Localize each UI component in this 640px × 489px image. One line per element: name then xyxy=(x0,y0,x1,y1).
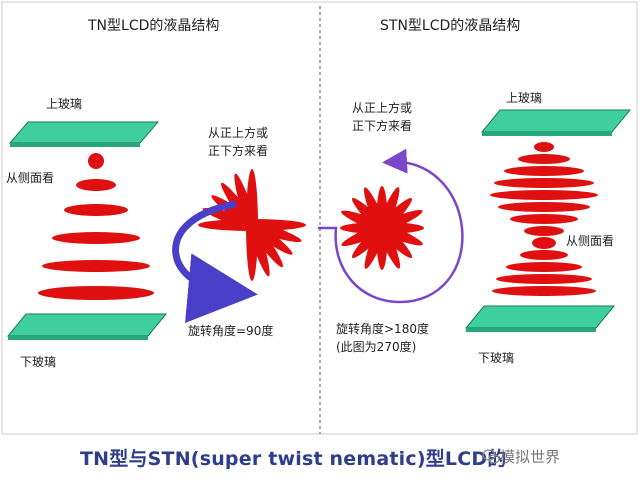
stn-molecule xyxy=(494,178,594,188)
stn-molecule xyxy=(532,237,556,249)
tn-molecule xyxy=(64,204,128,216)
stn-molecule xyxy=(496,274,592,284)
tn-molecule xyxy=(52,232,140,244)
stn-title: STN型LCD的液晶结构 xyxy=(380,18,520,34)
tn-top-molecule xyxy=(246,169,258,281)
tn-molecule xyxy=(76,179,116,191)
stn-molecule xyxy=(490,190,598,200)
stn-molecule xyxy=(498,202,590,212)
stn-top-glass xyxy=(480,109,632,133)
tn-top-glass xyxy=(8,121,160,144)
tn-molecule xyxy=(88,153,104,169)
stn-top-view-label-2: 正下方来看 xyxy=(352,118,412,133)
stn-molecule xyxy=(492,286,596,296)
tn-rotation-label: 旋转角度=90度 xyxy=(188,323,273,338)
tn-bottom-glass-edge xyxy=(8,336,148,340)
lcd-structure-diagram: TN型LCD的液晶结构 上玻璃 从侧面看 下玻璃 从正上方或 正下方来看 旋转角… xyxy=(1,1,638,435)
stn-bottom-glass xyxy=(464,305,616,329)
tn-top-glass-label: 上玻璃 xyxy=(46,97,82,111)
tn-title: TN型LCD的液晶结构 xyxy=(87,18,219,34)
tn-molecule xyxy=(38,286,154,300)
stn-molecule xyxy=(520,250,568,260)
tn-top-view-label-2: 正下方来看 xyxy=(208,143,268,158)
stn-molecule xyxy=(534,142,554,152)
stn-bottom-glass-label: 下玻璃 xyxy=(478,351,514,365)
tn-bottom-glass xyxy=(6,313,168,337)
stn-molecule xyxy=(524,226,564,236)
caption-text: TN型与STN(super twist nematic)型LCD的 xyxy=(80,448,507,470)
stn-molecule xyxy=(506,262,582,272)
stn-molecule xyxy=(518,154,570,164)
tn-side-view-label: 从侧面看 xyxy=(6,171,54,185)
stn-top-view-label-1: 从正上方或 xyxy=(352,100,412,115)
tn-molecule xyxy=(42,260,150,272)
stn-rotation-label-2: (此图为270度) xyxy=(336,339,416,354)
watermark-text: 模拟世界 xyxy=(500,448,561,466)
chat-bubble-icon xyxy=(482,449,500,464)
stn-molecule xyxy=(510,214,578,224)
stn-top-glass-edge xyxy=(482,132,612,136)
stn-side-view-label: 从侧面看 xyxy=(566,234,614,248)
tn-top-view-label-1: 从正上方或 xyxy=(208,125,268,140)
stn-bottom-glass-edge xyxy=(466,328,596,332)
tn-top-glass-edge xyxy=(10,143,140,147)
caption-bar: TN型与STN(super twist nematic)型LCD的 模拟世界 xyxy=(0,438,640,489)
tn-bottom-glass-label: 下玻璃 xyxy=(20,355,56,369)
stn-rotation-label-1: 旋转角度>180度 xyxy=(336,321,429,336)
stn-top-glass-label: 上玻璃 xyxy=(506,91,542,105)
stn-molecule xyxy=(504,166,584,176)
